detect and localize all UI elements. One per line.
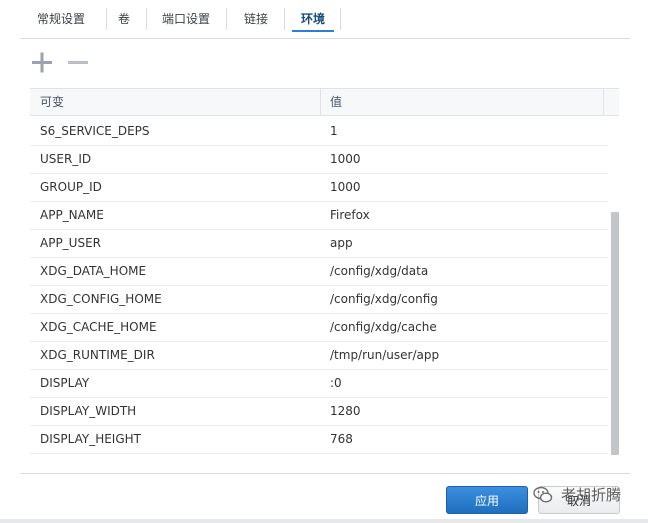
tab-divider [226,8,227,30]
table-row[interactable]: DISPLAY_HEIGHT 768 [30,426,608,454]
table-body: S6_SERVICE_DEPS 1 USER_ID 1000 GROUP_ID 1000 A… [30,118,608,454]
variable-name-cell: XDG_DATA_HOME [40,264,147,278]
variable-name-cell: S6_SERVICE_DEPS [40,124,150,138]
table-row[interactable]: XDG_CONFIG_HOME/config/xdg/config [30,286,608,314]
table-row[interactable]: APP_USER app [30,230,608,258]
env-table: 可变 值 S6_SERVICE_DEPS 1 USER_ID 1000 GROUP_ID… [30,88,619,455]
variable-name-cell: XDG_RUNTIME_DIR [40,348,155,362]
variable-value-cell: /tmp/run/user/app [330,348,440,362]
column-header-variable[interactable]: 可变 [40,89,64,115]
tab-port-settings[interactable]: 端口设置 [156,8,216,38]
variable-name-cell: DISPLAY_HEIGHT [40,432,141,446]
table-row[interactable]: XDG_DATA_HOME/config/xdg/data [30,258,608,286]
tab-divider [340,8,341,30]
wechat-icon [533,486,553,503]
column-divider[interactable] [603,89,604,115]
tab-bar: 常规设置 卷 端口设置 链接 环境 [20,0,630,39]
apply-button[interactable]: 应用 [446,486,528,514]
variable-value-cell: app [330,236,353,250]
column-divider[interactable] [320,89,321,115]
table-row[interactable]: APP_NAME Firefox [30,202,608,230]
plus-icon [32,52,52,73]
variable-name-cell: USER_ID [40,152,92,166]
tab-divider [284,8,285,30]
tab-general[interactable]: 常规设置 [28,8,94,38]
table-row[interactable]: XDG_CACHE_HOME/config/xdg/cache [30,314,608,342]
variable-name-cell: APP_NAME [40,208,104,222]
column-header-value[interactable]: 值 [330,89,342,115]
tab-divider [146,8,147,30]
minus-icon [68,61,88,64]
remove-variable-button[interactable] [66,50,92,76]
footer-divider [20,473,630,474]
add-variable-button[interactable] [30,50,56,76]
variable-value-cell: 1 [330,124,338,138]
tab-divider [106,8,107,30]
table-row[interactable]: USER_ID 1000 [30,146,608,174]
variable-value-cell: 1280 [330,404,361,418]
variable-value-cell: Firefox [330,208,370,222]
tab-environment[interactable]: 环境 [292,8,334,32]
watermark-text: 老胡折腾 [561,486,622,504]
table-row[interactable]: DISPLAY_WIDTH 1280 [30,398,608,426]
variable-name-cell: DISPLAY [40,376,90,390]
variable-name-cell: DISPLAY_WIDTH [40,404,137,418]
variable-value-cell: /config/xdg/cache [330,320,437,334]
variable-value-cell: /config/xdg/data [330,264,429,278]
tab-links[interactable]: 链接 [236,8,276,38]
variable-name-cell: XDG_CACHE_HOME [40,320,157,334]
variable-value-cell: 1000 [330,180,361,194]
table-row[interactable]: GROUP_ID 1000 [30,174,608,202]
table-row[interactable]: S6_SERVICE_DEPS 1 [30,118,608,146]
variable-value-cell: 1000 [330,152,361,166]
variable-name-cell: GROUP_ID [40,180,102,194]
bottom-strip [0,519,648,523]
table-scrollbar[interactable] [611,212,619,455]
variable-name-cell: APP_USER [40,236,102,250]
variable-value-cell: /config/xdg/config [330,292,438,306]
table-row[interactable]: DISPLAY :0 [30,370,608,398]
variable-value-cell: 768 [330,432,353,446]
tab-volume[interactable]: 卷 [112,8,136,38]
variable-value-cell: :0 [330,376,342,390]
table-header: 可变 值 [30,88,619,116]
table-row[interactable]: XDG_RUNTIME_DIR/tmp/run/user/app [30,342,608,370]
variable-name-cell: XDG_CONFIG_HOME [40,292,162,306]
